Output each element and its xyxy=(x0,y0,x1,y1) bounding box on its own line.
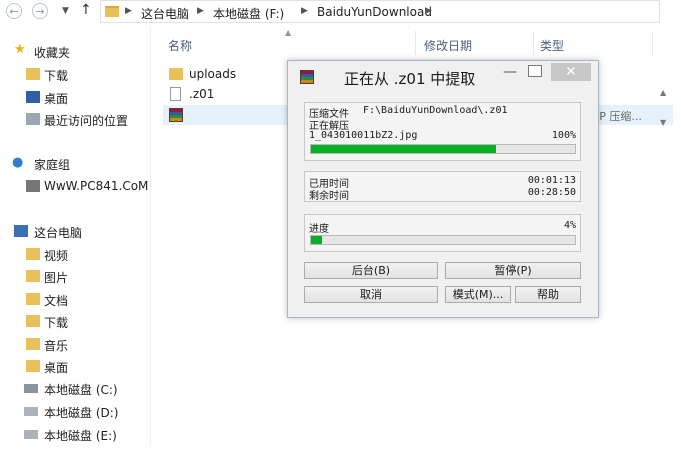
chevron-right-icon[interactable]: ▶ xyxy=(125,6,132,16)
user-avatar-icon xyxy=(26,180,40,192)
desktop-icon xyxy=(26,91,40,103)
breadcrumb-baiduyundownload[interactable]: BaiduYunDownload xyxy=(317,5,432,19)
column-header-name[interactable]: 名称 xyxy=(168,37,192,54)
column-divider[interactable] xyxy=(415,31,416,55)
forward-button[interactable]: → xyxy=(32,3,48,19)
documents-folder-icon xyxy=(26,293,40,305)
sidebar-this-pc[interactable]: 这台电脑 xyxy=(34,224,82,241)
videos-folder-icon xyxy=(26,248,40,260)
scroll-up-icon[interactable]: ▲ xyxy=(660,88,666,97)
homegroup-icon: ● xyxy=(12,155,24,170)
file-name: .z01 xyxy=(189,87,215,101)
computer-icon xyxy=(14,225,28,237)
file-type: IP 压缩... xyxy=(596,110,642,123)
winrar-icon xyxy=(300,70,314,84)
file-icon xyxy=(170,87,181,101)
archive-path: F:\BaiduYunDownload\.z01 xyxy=(363,105,508,116)
cancel-button[interactable]: 取消 xyxy=(304,286,438,303)
sidebar-item-documents[interactable]: 文档 xyxy=(44,292,68,309)
mode-button[interactable]: 模式(M)... xyxy=(445,286,511,303)
downloads-folder-icon xyxy=(26,315,40,327)
sidebar-item-music[interactable]: 音乐 xyxy=(44,337,68,354)
sidebar-item-drive-e[interactable]: 本地磁盘 (E:) xyxy=(44,427,117,444)
elapsed-value: 00:01:13 xyxy=(527,175,576,186)
column-divider[interactable] xyxy=(652,31,653,55)
column-header-date[interactable]: 修改日期 xyxy=(424,37,472,54)
recent-places-icon xyxy=(26,113,40,125)
star-icon: ★ xyxy=(14,42,26,57)
help-button[interactable]: 帮助 xyxy=(515,286,581,303)
file-name: uploads xyxy=(189,67,237,81)
time-panel: 已用时间 00:01:13 剩余时间 00:28:50 xyxy=(304,171,581,202)
sidebar-item-videos[interactable]: 视频 xyxy=(44,247,68,264)
progress-label: 进度 xyxy=(309,224,329,235)
drive-icon xyxy=(24,407,38,416)
file-progress-fill xyxy=(311,145,496,153)
maximize-button[interactable] xyxy=(528,65,542,77)
folder-icon xyxy=(169,68,183,80)
dialog-title: 正在从 .z01 中提取 xyxy=(344,70,476,88)
sidebar-item-homegroup-user[interactable]: WwW.PC841.CoM xyxy=(44,179,148,193)
extraction-dialog: 正在从 .z01 中提取 — ✕ 压缩文件 F:\BaiduYunDownloa… xyxy=(287,60,599,318)
total-percent: 4% xyxy=(563,220,576,231)
sidebar-item-desktop[interactable]: 桌面 xyxy=(44,90,68,107)
sidebar-homegroup[interactable]: 家庭组 xyxy=(34,156,70,173)
music-folder-icon xyxy=(26,338,40,350)
recent-locations-dropdown-icon[interactable]: ▼ xyxy=(62,6,69,16)
sidebar-item-drive-d[interactable]: 本地磁盘 (D:) xyxy=(44,404,118,421)
current-file: 1_043010011bZ2.jpg xyxy=(309,130,418,141)
remaining-label: 剩余时间 xyxy=(309,191,349,202)
background-button[interactable]: 后台(B) xyxy=(304,262,438,279)
sidebar-item-pc-desktop[interactable]: 桌面 xyxy=(44,359,68,376)
chevron-right-icon[interactable]: ▶ xyxy=(301,6,308,16)
sidebar-favorites[interactable]: 收藏夹 xyxy=(34,44,70,61)
pictures-folder-icon xyxy=(26,270,40,282)
column-divider[interactable] xyxy=(533,31,534,55)
breadcrumb-drive-f[interactable]: 本地磁盘 (F:) xyxy=(213,5,284,22)
sort-ascending-icon: ▲ xyxy=(285,28,292,37)
up-button[interactable]: ↑ xyxy=(80,2,92,18)
scroll-down-icon[interactable]: ▼ xyxy=(660,118,666,127)
drive-icon xyxy=(24,384,38,393)
sidebar-item-downloads[interactable]: 下载 xyxy=(44,67,68,84)
minimize-button[interactable]: — xyxy=(502,65,518,81)
sidebar-item-pc-downloads[interactable]: 下载 xyxy=(44,314,68,331)
breadcrumb-this-pc[interactable]: 这台电脑 xyxy=(141,5,189,22)
file-progress-panel: 压缩文件 F:\BaiduYunDownload\.z01 正在解压 1_043… xyxy=(304,102,581,161)
total-progress-panel: 进度 4% xyxy=(304,214,581,252)
desktop-folder-icon xyxy=(26,360,40,372)
sidebar-item-pictures[interactable]: 图片 xyxy=(44,269,68,286)
column-header-type[interactable]: 类型 xyxy=(540,37,564,54)
pane-divider[interactable] xyxy=(150,26,151,446)
winrar-archive-icon xyxy=(169,108,183,122)
sidebar-item-drive-c[interactable]: 本地磁盘 (C:) xyxy=(44,381,118,398)
chevron-right-icon[interactable]: ▶ xyxy=(197,6,204,16)
downloads-folder-icon xyxy=(26,68,40,80)
file-row[interactable]: .z01 xyxy=(165,84,285,104)
file-row[interactable]: uploads xyxy=(165,64,285,84)
pause-button[interactable]: 暂停(P) xyxy=(445,262,581,279)
total-progress-bar xyxy=(310,235,576,245)
remaining-value: 00:28:50 xyxy=(527,187,576,198)
close-button[interactable]: ✕ xyxy=(551,63,591,81)
file-progress-bar xyxy=(310,144,576,154)
total-progress-fill xyxy=(311,236,322,244)
sidebar-item-recent[interactable]: 最近访问的位置 xyxy=(44,112,128,129)
drive-icon xyxy=(24,430,38,439)
file-percent: 100% xyxy=(551,130,576,141)
address-bar[interactable]: ▶ 这台电脑 ▶ 本地磁盘 (F:) ▶ BaiduYunDownload ▶ xyxy=(100,0,660,23)
folder-icon xyxy=(105,6,119,20)
chevron-right-icon[interactable]: ▶ xyxy=(425,6,432,16)
back-button[interactable]: ← xyxy=(6,3,22,19)
